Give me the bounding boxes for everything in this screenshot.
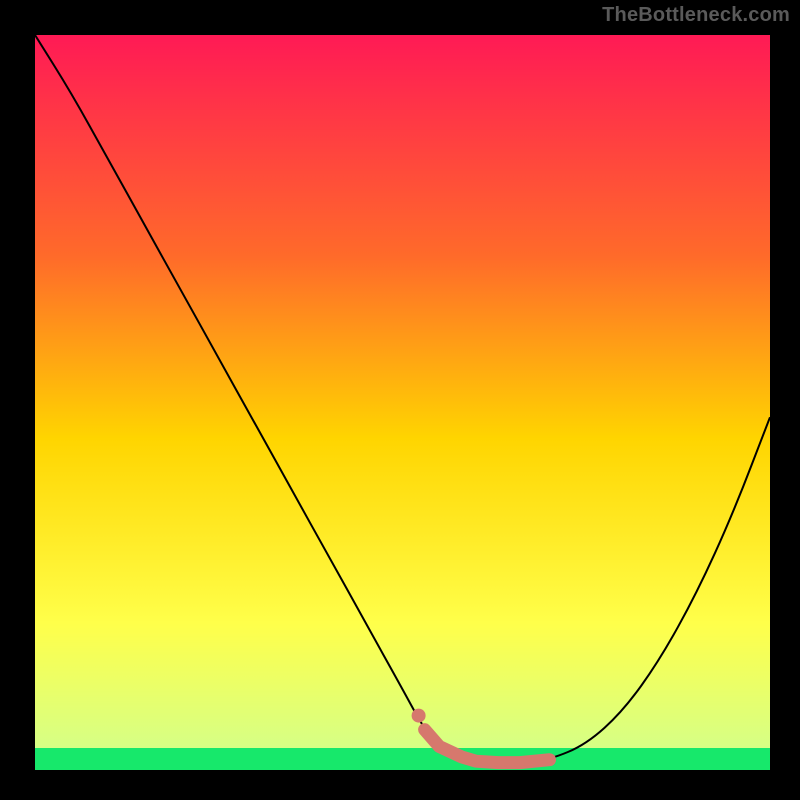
plot-area [35,35,770,770]
chart-frame: TheBottleneck.com [0,0,800,800]
watermark-text: TheBottleneck.com [602,4,790,27]
optimal-marker-dot-left [412,709,426,723]
green-band [35,748,770,770]
chart-svg [35,35,770,770]
